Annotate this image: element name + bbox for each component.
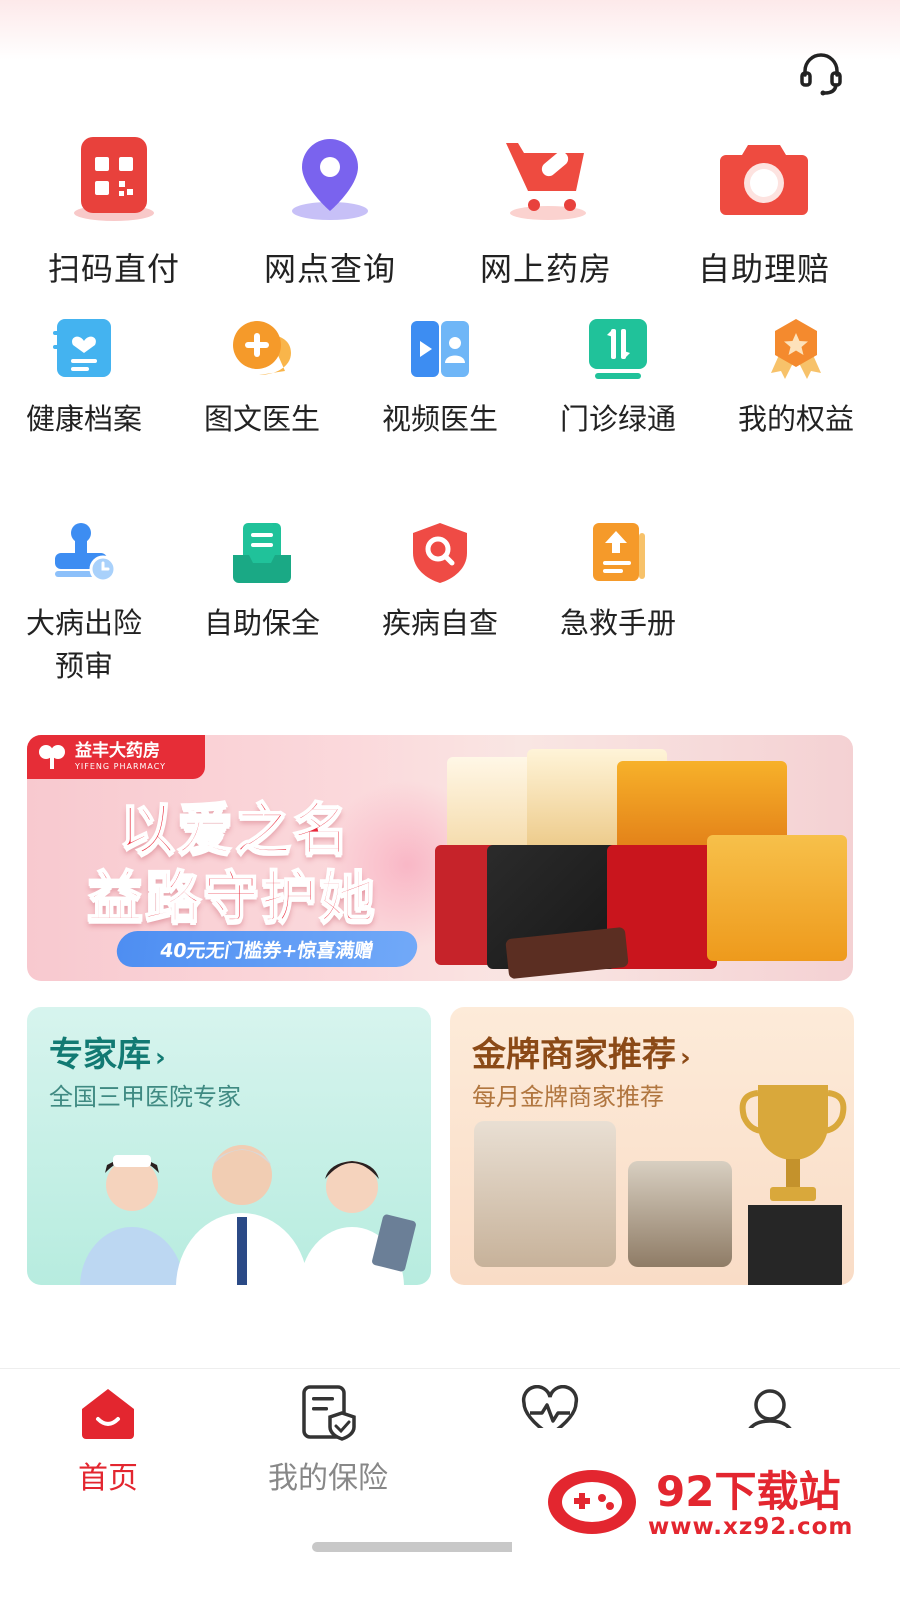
service-label: 我的权益 <box>737 402 854 436</box>
headset-icon <box>800 53 842 96</box>
service-label: 网上药房 <box>479 250 612 288</box>
stamp-clock-icon <box>48 516 120 588</box>
store-photo-2 <box>628 1161 732 1267</box>
service-chat-doctor[interactable]: 图文医生 <box>172 312 352 441</box>
service-major-illness-review[interactable]: 大病出险 预审 <box>0 516 174 688</box>
expert-card-title: 专家库 <box>49 1035 151 1075</box>
nav-my-insurance[interactable]: 我的保险 <box>228 1383 428 1497</box>
service-label: 自助理赔 <box>697 250 830 288</box>
service-label-line2: 预审 <box>54 649 113 683</box>
main-services: 扫码直付 网点查询 网上药房 自助理赔 <box>0 128 900 298</box>
chevron-right-icon: › <box>155 1043 166 1073</box>
video-doctor-icon <box>404 312 476 384</box>
service-label-line1: 大病出险 <box>25 606 142 640</box>
upload-document-icon <box>582 516 654 588</box>
qr-code-icon <box>64 128 164 228</box>
store-photo-1 <box>474 1121 616 1267</box>
watermark-logo-icon <box>548 1470 636 1534</box>
watermark-title: 92下载站 <box>656 1467 841 1516</box>
gold-merchant-card[interactable]: 金牌商家推荐 › 每月金牌商家推荐 <box>450 1007 854 1285</box>
brand-name-en: YIFENG PHARMACY <box>75 762 167 771</box>
service-label: 扫码直付 <box>47 250 180 288</box>
policy-icon <box>296 1383 360 1443</box>
banner-headline-2: 益路守护她 <box>86 865 377 932</box>
nav-home[interactable]: 首页 <box>8 1383 208 1497</box>
service-health-record[interactable]: 健康档案 <box>0 312 174 441</box>
service-video-doctor[interactable]: 视频医生 <box>350 312 530 441</box>
merchant-card-title: 金牌商家推荐 <box>472 1035 676 1075</box>
watermark-url: www.xz92.com <box>648 1514 854 1540</box>
top-background <box>0 0 900 60</box>
doctors-illustration <box>80 1145 416 1285</box>
card-title: 金牌商家推荐 › <box>472 1027 691 1076</box>
card-title: 专家库 › <box>49 1027 166 1076</box>
tray-document-icon <box>226 516 298 588</box>
service-online-pharmacy[interactable]: 网上药房 <box>436 128 656 298</box>
service-green-channel[interactable]: 门诊绿通 <box>528 312 708 441</box>
expert-card-subtitle: 全国三甲医院专家 <box>49 1083 241 1111</box>
service-label: 门诊绿通 <box>559 402 676 436</box>
pharmacy-brand-tag: 益丰大药房 YIFENG PHARMACY <box>27 735 205 779</box>
expert-library-card[interactable]: 专家库 › 全国三甲医院专家 <box>27 1007 431 1285</box>
service-label: 网点查询 <box>263 250 396 288</box>
service-first-aid-manual[interactable]: 急救手册 <box>528 516 708 645</box>
promo-banner[interactable]: 益丰大药房 YIFENG PHARMACY 以爱之名 益路守护她 40元无门槛券… <box>27 735 853 981</box>
chat-doctor-icon <box>226 312 298 384</box>
location-pin-icon <box>280 128 380 228</box>
trophy-icon <box>739 1085 847 1285</box>
service-label: 图文医生 <box>203 402 320 436</box>
camera-icon <box>714 128 814 228</box>
service-branch-search[interactable]: 网点查询 <box>220 128 440 298</box>
service-label: 健康档案 <box>25 402 142 436</box>
home-icon <box>76 1383 140 1443</box>
product-oral-liquid <box>707 835 847 961</box>
site-watermark: 92下载站 www.xz92.com <box>512 1428 900 1568</box>
shopping-cart-icon <box>496 128 596 228</box>
service-label: 大病出险 预审 <box>0 602 174 688</box>
coupon-ribbon: 40元无门槛券+惊喜满赠 <box>114 931 420 967</box>
pharmacy-logo-icon <box>39 745 65 769</box>
nav-label: 首页 <box>78 1461 138 1496</box>
green-channel-icon <box>582 312 654 384</box>
nav-label: 我的保险 <box>268 1461 388 1496</box>
health-record-icon <box>48 312 120 384</box>
brand-name: 益丰大药房 <box>75 741 160 761</box>
service-scan-pay[interactable]: 扫码直付 <box>4 128 224 298</box>
customer-service-button[interactable] <box>796 48 846 98</box>
service-label: 疾病自查 <box>381 606 498 640</box>
benefit-badge-icon <box>760 312 832 384</box>
service-self-claim[interactable]: 自助理赔 <box>654 128 874 298</box>
service-label: 急救手册 <box>559 606 676 640</box>
service-my-benefits[interactable]: 我的权益 <box>706 312 886 441</box>
chevron-right-icon: › <box>680 1043 691 1073</box>
service-label: 自助保全 <box>203 606 320 640</box>
service-self-preservation[interactable]: 自助保全 <box>172 516 352 645</box>
service-label: 视频医生 <box>381 402 498 436</box>
shield-search-icon <box>404 516 476 588</box>
service-disease-self-check[interactable]: 疾病自查 <box>350 516 530 645</box>
merchant-card-subtitle: 每月金牌商家推荐 <box>472 1083 664 1111</box>
